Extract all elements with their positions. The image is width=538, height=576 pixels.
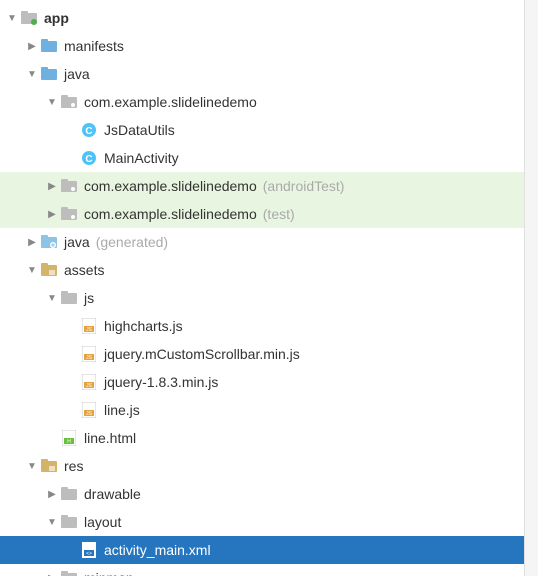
- tree-item-pkg-test[interactable]: ▶ com.example.slidelinedemo (test): [0, 200, 538, 228]
- chevron-right-icon[interactable]: ▶: [44, 209, 60, 220]
- chevron-right-icon[interactable]: ▶: [44, 489, 60, 500]
- tree-item-label: line.html: [84, 430, 136, 446]
- tree-item-pkg-main[interactable]: ▼ com.example.slidelinedemo: [0, 88, 538, 116]
- svg-text:H: H: [67, 439, 71, 445]
- js-file-icon: JS: [80, 317, 98, 335]
- svg-text:<>: <>: [86, 551, 92, 557]
- tree-item-label: line.js: [104, 402, 140, 418]
- class-c-icon: C: [80, 149, 98, 167]
- tree-item-label: drawable: [84, 486, 141, 502]
- package-icon: [60, 93, 78, 111]
- tree-item-label: JsDataUtils: [104, 122, 175, 138]
- js-file-icon: JS: [80, 401, 98, 419]
- res-folder-icon: [40, 457, 58, 475]
- package-icon: [60, 205, 78, 223]
- tree-item-label: activity_main.xml: [104, 542, 211, 558]
- tree-item-label: layout: [84, 514, 121, 530]
- tree-item-line-js[interactable]: ▶JSline.js: [0, 396, 538, 424]
- tree-item-label: java: [64, 234, 90, 250]
- tree-item-java[interactable]: ▼ java: [0, 60, 538, 88]
- tree-item-label: jquery.mCustomScrollbar.min.js: [104, 346, 300, 362]
- tree-item-label: jquery-1.8.3.min.js: [104, 374, 218, 390]
- tree-item-layout[interactable]: ▼ layout: [0, 508, 538, 536]
- chevron-right-icon[interactable]: ▶: [24, 41, 40, 52]
- chevron-down-icon[interactable]: ▼: [24, 265, 40, 276]
- tree-item-js[interactable]: ▼ js: [0, 284, 538, 312]
- tree-item-label: js: [84, 290, 94, 306]
- tree-item-class-jsdatautils[interactable]: ▶CJsDataUtils: [0, 116, 538, 144]
- chevron-down-icon[interactable]: ▼: [44, 517, 60, 528]
- js-file-icon: JS: [80, 345, 98, 363]
- tree-item-suffix: (generated): [96, 234, 168, 250]
- chevron-down-icon[interactable]: ▼: [24, 69, 40, 80]
- gen-folder-icon: [40, 233, 58, 251]
- module-folder-icon: [20, 9, 38, 27]
- svg-text:JS: JS: [86, 327, 93, 333]
- tree-item-app[interactable]: ▼ app: [0, 4, 538, 32]
- chevron-down-icon[interactable]: ▼: [44, 293, 60, 304]
- chevron-right-icon[interactable]: ▶: [44, 181, 60, 192]
- chevron-right-icon[interactable]: ▶: [24, 237, 40, 248]
- svg-text:C: C: [85, 154, 92, 165]
- tree-item-label: MainActivity: [104, 150, 179, 166]
- tree-item-drawable[interactable]: ▶ drawable: [0, 480, 538, 508]
- tree-item-java-gen[interactable]: ▶ java (generated): [0, 228, 538, 256]
- xml-file-icon: <>: [80, 541, 98, 559]
- folder-blue-icon: [40, 37, 58, 55]
- package-icon: [60, 177, 78, 195]
- chevron-down-icon[interactable]: ▼: [4, 13, 20, 24]
- scrollbar[interactable]: [524, 0, 538, 576]
- tree-item-label: mipmap: [84, 570, 134, 576]
- project-tree[interactable]: ▼ app ▶ manifests ▼ java ▼ com.example.slidelin…: [0, 0, 538, 576]
- chevron-down-icon[interactable]: ▼: [44, 97, 60, 108]
- svg-text:JS: JS: [86, 355, 93, 361]
- tree-item-assets[interactable]: ▼ assets: [0, 256, 538, 284]
- js-file-icon: JS: [80, 373, 98, 391]
- tree-item-label: res: [64, 458, 83, 474]
- tree-item-suffix: (androidTest): [263, 178, 345, 194]
- tree-item-class-mainactivity[interactable]: ▶CMainActivity: [0, 144, 538, 172]
- folder-gray-icon: [60, 485, 78, 503]
- folder-gray-icon: [60, 569, 78, 576]
- tree-item-label: com.example.slidelinedemo: [84, 178, 257, 194]
- tree-item-jquery-scroll[interactable]: ▶JSjquery.mCustomScrollbar.min.js: [0, 340, 538, 368]
- tree-item-suffix: (test): [263, 206, 295, 222]
- folder-gray-icon: [60, 513, 78, 531]
- chevron-down-icon[interactable]: ▼: [24, 461, 40, 472]
- tree-item-label: com.example.slidelinedemo: [84, 94, 257, 110]
- class-c-icon: C: [80, 121, 98, 139]
- tree-item-highcharts[interactable]: ▶JShighcharts.js: [0, 312, 538, 340]
- res-folder-icon: [40, 261, 58, 279]
- tree-item-label: com.example.slidelinedemo: [84, 206, 257, 222]
- html-file-icon: H: [60, 429, 78, 447]
- tree-item-label: java: [64, 66, 90, 82]
- folder-blue-icon: [40, 65, 58, 83]
- svg-text:C: C: [85, 126, 92, 137]
- tree-item-label: highcharts.js: [104, 318, 183, 334]
- tree-item-manifests[interactable]: ▶ manifests: [0, 32, 538, 60]
- tree-item-label: assets: [64, 262, 104, 278]
- svg-text:JS: JS: [86, 411, 93, 417]
- tree-item-label: manifests: [64, 38, 124, 54]
- folder-gray-icon: [60, 289, 78, 307]
- tree-item-activity-main[interactable]: ▶<>activity_main.xml: [0, 536, 538, 564]
- tree-item-label: app: [44, 10, 69, 26]
- svg-text:JS: JS: [86, 383, 93, 389]
- tree-item-mipmap[interactable]: ▶ mipmap: [0, 564, 538, 576]
- chevron-right-icon[interactable]: ▶: [44, 573, 60, 576]
- tree-item-res[interactable]: ▼ res: [0, 452, 538, 480]
- tree-item-pkg-androidtest[interactable]: ▶ com.example.slidelinedemo (androidTest): [0, 172, 538, 200]
- tree-item-line-html[interactable]: ▶Hline.html: [0, 424, 538, 452]
- tree-item-jquery-183[interactable]: ▶JSjquery-1.8.3.min.js: [0, 368, 538, 396]
